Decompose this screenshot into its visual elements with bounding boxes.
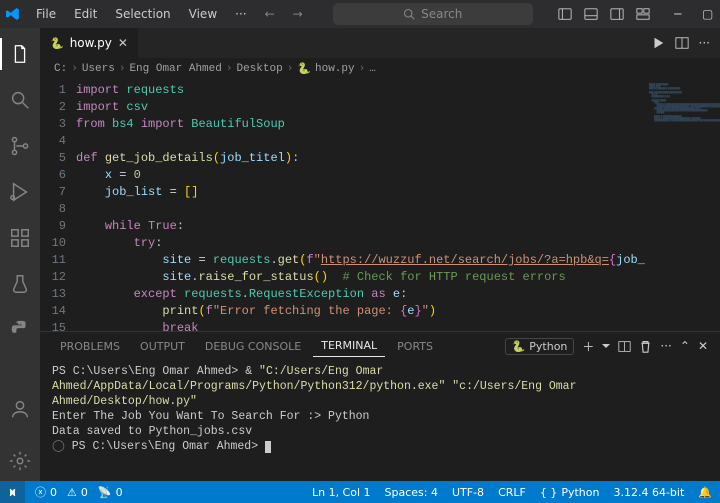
status-errors[interactable]: ⓧ 0 bbox=[35, 484, 57, 500]
new-terminal-icon[interactable]: ＋ bbox=[582, 338, 594, 355]
close-panel-icon[interactable]: ✕ bbox=[698, 339, 708, 353]
crumb[interactable]: C: bbox=[54, 63, 67, 75]
panel-actions: 🐍Python ＋ ··· ⌃ ✕ bbox=[505, 338, 708, 355]
status-indent[interactable]: Spaces: 4 bbox=[385, 486, 438, 499]
menu-view[interactable]: View bbox=[181, 3, 225, 25]
crumb[interactable]: Desktop bbox=[236, 63, 282, 75]
panel-tab-terminal[interactable]: TERMINAL bbox=[313, 335, 385, 357]
activity-testing-icon[interactable] bbox=[0, 264, 40, 304]
panel-tab-problems[interactable]: PROBLEMS bbox=[52, 336, 128, 357]
python-file-icon: 🐍 bbox=[50, 37, 64, 50]
status-notifications-icon[interactable]: 🔔 bbox=[698, 486, 712, 499]
code-editor[interactable]: 12345678910111213141516171819 import req… bbox=[40, 80, 720, 331]
split-editor-icon[interactable] bbox=[675, 36, 689, 50]
terminal-dropdown-icon[interactable] bbox=[602, 342, 610, 350]
breadcrumbs[interactable]: C:› Users› Eng Omar Ahmed› Desktop› 🐍 ho… bbox=[40, 58, 720, 80]
window-controls: ─ ▢ ✕ bbox=[663, 0, 720, 28]
terminal-interpreter[interactable]: 🐍Python bbox=[505, 338, 575, 355]
editor-tabs: 🐍 how.py ✕ ··· bbox=[40, 28, 720, 58]
status-cursor-pos[interactable]: Ln 1, Col 1 bbox=[312, 486, 371, 499]
minimize-icon[interactable]: ─ bbox=[663, 0, 693, 28]
toggle-panel-bottom-icon[interactable] bbox=[583, 6, 599, 22]
activity-source-control-icon[interactable] bbox=[0, 126, 40, 166]
activity-settings-icon[interactable] bbox=[0, 441, 40, 481]
toggle-panel-left-icon[interactable] bbox=[557, 6, 573, 22]
title-bar: File Edit Selection View ··· ← → Search … bbox=[0, 0, 720, 28]
code-lines[interactable]: import requests import csv from bs4 impo… bbox=[76, 80, 645, 331]
activity-explorer-icon[interactable] bbox=[0, 34, 40, 74]
nav-forward-icon[interactable]: → bbox=[287, 5, 309, 23]
nav-arrows: ← → bbox=[259, 5, 309, 23]
customize-layout-icon[interactable] bbox=[635, 6, 651, 22]
term-line: PS C:\Users\Eng Omar Ahmed> & bbox=[52, 365, 259, 378]
term-line: Enter The Job You Want To Search For :> … bbox=[52, 409, 708, 424]
maximize-icon[interactable]: ▢ bbox=[693, 0, 720, 28]
search-placeholder: Search bbox=[421, 7, 462, 21]
status-warnings[interactable]: ⚠ 0 bbox=[67, 486, 88, 499]
crumb[interactable]: … bbox=[369, 63, 376, 75]
activity-run-icon[interactable] bbox=[0, 172, 40, 212]
layout-controls bbox=[557, 6, 651, 22]
tab-filename: how.py bbox=[70, 36, 112, 50]
activity-extensions-icon[interactable] bbox=[0, 218, 40, 258]
status-encoding[interactable]: UTF-8 bbox=[452, 486, 484, 499]
panel: PROBLEMS OUTPUT DEBUG CONSOLE TERMINAL P… bbox=[40, 331, 720, 481]
editor-actions: ··· bbox=[651, 28, 720, 58]
activity-python-icon[interactable] bbox=[0, 310, 40, 350]
toggle-panel-right-icon[interactable] bbox=[609, 6, 625, 22]
status-python-version[interactable]: 3.12.4 64-bit bbox=[613, 486, 684, 499]
run-file-icon[interactable] bbox=[651, 36, 665, 50]
split-terminal-icon[interactable] bbox=[618, 340, 631, 353]
remote-indicator-icon[interactable] bbox=[0, 481, 25, 503]
term-line: Data saved to Python_jobs.csv bbox=[52, 424, 708, 439]
status-ports[interactable]: 📡 0 bbox=[98, 486, 123, 499]
activity-bar bbox=[0, 28, 40, 481]
crumb[interactable]: Users bbox=[82, 63, 115, 75]
more-actions-icon[interactable]: ··· bbox=[699, 36, 710, 50]
panel-tab-output[interactable]: OUTPUT bbox=[132, 336, 193, 357]
line-number-gutter: 12345678910111213141516171819 bbox=[40, 80, 76, 331]
menu-selection[interactable]: Selection bbox=[107, 3, 178, 25]
tab-close-icon[interactable]: ✕ bbox=[118, 36, 128, 50]
panel-tab-debug[interactable]: DEBUG CONSOLE bbox=[197, 336, 309, 357]
nav-back-icon[interactable]: ← bbox=[259, 5, 281, 23]
maximize-panel-icon[interactable]: ⌃ bbox=[680, 339, 690, 353]
more-terminal-icon[interactable]: ··· bbox=[660, 339, 671, 353]
activity-accounts-icon[interactable] bbox=[0, 389, 40, 429]
menu-edit[interactable]: Edit bbox=[66, 3, 105, 25]
search-icon bbox=[403, 8, 415, 20]
crumb[interactable]: Eng Omar Ahmed bbox=[129, 63, 221, 75]
crumb[interactable]: how.py bbox=[315, 63, 355, 75]
activity-search-icon[interactable] bbox=[0, 80, 40, 120]
tab-how-py[interactable]: 🐍 how.py ✕ bbox=[40, 28, 139, 58]
panel-tabs: PROBLEMS OUTPUT DEBUG CONSOLE TERMINAL P… bbox=[40, 332, 720, 360]
minimap[interactable]: ████ ████████ ████ ███ ███ ██ ██████ ███… bbox=[645, 80, 720, 331]
term-prompt: PS C:\Users\Eng Omar Ahmed> bbox=[72, 440, 265, 453]
status-eol[interactable]: CRLF bbox=[498, 486, 526, 499]
menu-more[interactable]: ··· bbox=[227, 3, 254, 25]
kill-terminal-icon[interactable] bbox=[639, 340, 652, 353]
terminal-content[interactable]: PS C:\Users\Eng Omar Ahmed> & "C:/Users/… bbox=[40, 360, 720, 481]
menu-bar: File Edit Selection View ··· bbox=[28, 3, 255, 25]
status-bar: ⓧ 0 ⚠ 0 📡 0 Ln 1, Col 1 Spaces: 4 UTF-8 … bbox=[0, 481, 720, 503]
terminal-cursor bbox=[265, 441, 271, 453]
panel-tab-ports[interactable]: PORTS bbox=[389, 336, 441, 357]
editor-group: 🐍 how.py ✕ ··· C:› Users› Eng Omar Ahmed… bbox=[40, 28, 720, 481]
command-center-search[interactable]: Search bbox=[333, 3, 533, 25]
vscode-logo-icon bbox=[6, 6, 20, 22]
menu-file[interactable]: File bbox=[28, 3, 64, 25]
main-area: 🐍 how.py ✕ ··· C:› Users› Eng Omar Ahmed… bbox=[0, 28, 720, 481]
status-language[interactable]: { } Python bbox=[540, 486, 600, 499]
